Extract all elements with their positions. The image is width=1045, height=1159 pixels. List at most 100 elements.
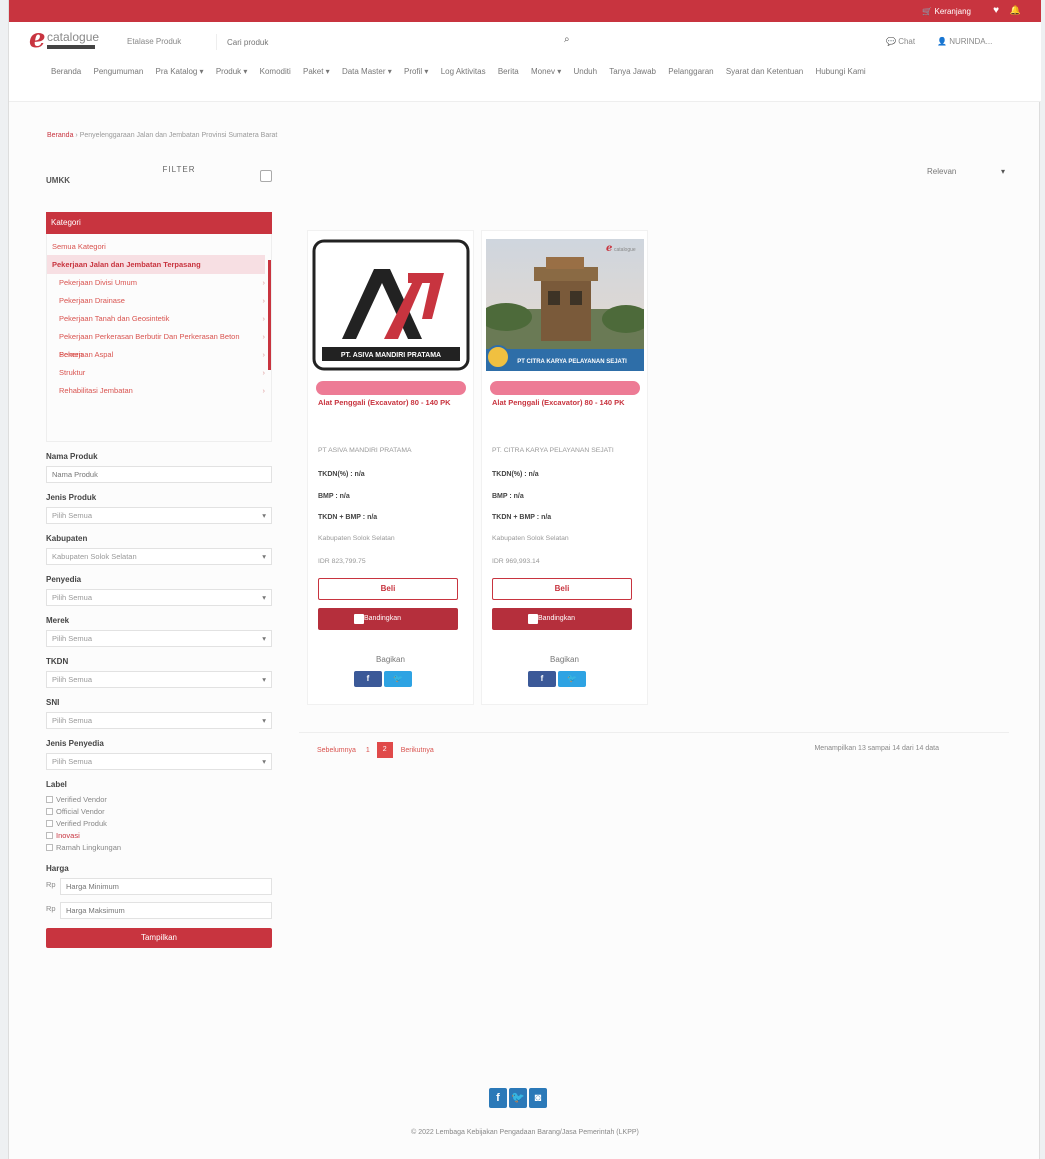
compare-button[interactable]: Bandingkan bbox=[492, 608, 632, 630]
product-card[interactable]: PT. ASIVA MANDIRI PRATAMA Alat Penggali … bbox=[307, 230, 474, 705]
compare-checkbox[interactable] bbox=[354, 614, 364, 624]
nav-berita[interactable]: Berita bbox=[498, 62, 519, 81]
instagram-icon[interactable]: ◙ bbox=[529, 1088, 547, 1108]
category-scrollbar[interactable] bbox=[268, 260, 271, 370]
category-all[interactable]: Semua Kategori bbox=[47, 234, 271, 255]
penyedia-select[interactable]: Pilih Semua ▾ bbox=[46, 589, 272, 606]
umkm-filter: UMKK bbox=[46, 170, 272, 198]
compare-checkbox[interactable] bbox=[528, 614, 538, 624]
vendor-logo-image[interactable]: PT. ASIVA MANDIRI PRATAMA bbox=[312, 239, 470, 371]
label-official-vendor[interactable]: Official Vendor bbox=[46, 806, 272, 818]
nama-produk-input[interactable] bbox=[46, 466, 272, 483]
nav-monev[interactable]: Monev ▾ bbox=[531, 62, 561, 81]
checkbox[interactable] bbox=[46, 832, 53, 839]
vendor-name[interactable]: PT ASIVA MANDIRI PRATAMA bbox=[318, 447, 412, 454]
buy-button[interactable]: Beli bbox=[492, 578, 632, 600]
sort-select[interactable]: Relevan ▾ bbox=[879, 162, 1005, 182]
kabupaten-label: Kabupaten bbox=[46, 534, 88, 543]
checkbox[interactable] bbox=[46, 820, 53, 827]
product-card[interactable]: e catalogue PT CITRA KARYA PELAYANAN SEJ… bbox=[481, 230, 648, 705]
pagination: Sebelumnya 1 2 Berikutnya bbox=[317, 742, 434, 758]
subcategory-item[interactable]: Pekerjaan Drainase › bbox=[47, 292, 265, 310]
subcategory-item[interactable]: Pekerjaan Divisi Umum › bbox=[47, 274, 265, 292]
jenis-penyedia-select[interactable]: Pilih Semua ▾ bbox=[46, 753, 272, 770]
pagination-page-2[interactable]: 2 bbox=[376, 742, 393, 758]
subcategory-item[interactable]: Pekerjaan Aspal › bbox=[47, 346, 265, 364]
search-input[interactable] bbox=[227, 32, 587, 52]
sni-select[interactable]: Pilih Semua ▾ bbox=[46, 712, 272, 729]
product-badge bbox=[490, 381, 640, 395]
label-verified-vendor[interactable]: Verified Vendor bbox=[46, 794, 272, 806]
product-badge bbox=[316, 381, 466, 395]
nav-produk[interactable]: Produk ▾ bbox=[216, 62, 248, 81]
checkbox[interactable] bbox=[46, 808, 53, 815]
subcategory-item[interactable]: Pekerjaan Perkerasan Berbutir Dan Perker… bbox=[47, 328, 266, 359]
tkdn-select[interactable]: Pilih Semua ▾ bbox=[46, 671, 272, 688]
nav-komoditi[interactable]: Komoditi bbox=[260, 62, 291, 81]
umkm-checkbox[interactable] bbox=[260, 170, 272, 182]
product-region: Kabupaten Solok Selatan bbox=[492, 535, 569, 542]
twitter-icon[interactable]: 🐦 bbox=[509, 1088, 527, 1108]
facebook-icon[interactable]: f bbox=[489, 1088, 507, 1108]
pagination-next[interactable]: Berikutnya bbox=[401, 747, 434, 754]
label-title: Label bbox=[46, 780, 67, 789]
harga-min-input[interactable] bbox=[60, 878, 272, 895]
nav-hubungi-kami[interactable]: Hubungi Kami bbox=[815, 62, 865, 81]
pagination-page-1[interactable]: 1 bbox=[366, 747, 370, 754]
search-scope-select[interactable]: Etalase Produk bbox=[121, 34, 217, 50]
label-text: Ramah Lingkungan bbox=[56, 843, 122, 852]
nav-tanya-jawab[interactable]: Tanya Jawab bbox=[609, 62, 656, 81]
jenis-produk-select[interactable]: Pilih Semua ▾ bbox=[46, 507, 272, 524]
harga-min-row: Rp bbox=[46, 878, 272, 896]
nav-data-master[interactable]: Data Master ▾ bbox=[342, 62, 392, 81]
jenis-produk-value: Pilih Semua bbox=[52, 511, 93, 520]
breadcrumb: Beranda › Penyelenggaraan Jalan dan Jemb… bbox=[47, 132, 277, 139]
facebook-share-icon[interactable]: f bbox=[528, 671, 556, 687]
label-ramah-lingkungan[interactable]: Ramah Lingkungan bbox=[46, 842, 272, 854]
pagination-prev[interactable]: Sebelumnya bbox=[317, 747, 356, 754]
compare-label: Bandingkan bbox=[364, 615, 401, 622]
bmp-value: BMP : n/a bbox=[318, 493, 350, 500]
checkbox[interactable] bbox=[46, 796, 53, 803]
ecatalogue-logo[interactable]: e catalogue bbox=[29, 24, 99, 56]
product-photo-image[interactable]: e catalogue PT CITRA KARYA PELAYANAN SEJ… bbox=[486, 239, 644, 371]
twitter-share-icon[interactable]: 🐦 bbox=[384, 671, 412, 687]
category-main[interactable]: Pekerjaan Jalan dan Jembatan Terpasang bbox=[47, 255, 265, 274]
subcategory-item[interactable]: Struktur › bbox=[47, 364, 265, 382]
search-icon[interactable]: ⌕ bbox=[564, 34, 570, 45]
facebook-share-icon[interactable]: f bbox=[354, 671, 382, 687]
tampilkan-button[interactable]: Tampilkan bbox=[46, 928, 272, 948]
checkbox[interactable] bbox=[46, 844, 53, 851]
nav-pelanggaran[interactable]: Pelanggaran bbox=[668, 62, 713, 81]
nav-pengumuman[interactable]: Pengumuman bbox=[93, 62, 143, 81]
nav-unduh[interactable]: Unduh bbox=[573, 62, 597, 81]
label-inovasi[interactable]: Inovasi bbox=[46, 830, 272, 842]
vendor-name[interactable]: PT. CITRA KARYA PELAYANAN SEJATI bbox=[492, 447, 614, 454]
twitter-share-icon[interactable]: 🐦 bbox=[558, 671, 586, 687]
breadcrumb-home[interactable]: Beranda bbox=[47, 132, 73, 139]
subcategory-item[interactable]: Pekerjaan Tanah dan Geosintetik › bbox=[47, 310, 265, 328]
label-text: Verified Produk bbox=[56, 819, 107, 828]
buy-button[interactable]: Beli bbox=[318, 578, 458, 600]
bell-icon[interactable]: 🔔 bbox=[1010, 5, 1021, 16]
cart-link[interactable]: 🛒 Keranjang bbox=[922, 7, 971, 16]
user-menu[interactable]: 👤 NURINDA... bbox=[937, 37, 992, 46]
subcategory-item[interactable]: Rehabilitasi Jembatan › bbox=[47, 382, 265, 400]
nav-pra-katalog[interactable]: Pra Katalog ▾ bbox=[156, 62, 204, 81]
chat-link[interactable]: 💬 Chat bbox=[886, 37, 915, 46]
merek-value: Pilih Semua bbox=[52, 634, 93, 643]
product-name[interactable]: Alat Penggali (Excavator) 80 - 140 PK bbox=[492, 398, 642, 408]
label-verified-produk[interactable]: Verified Produk bbox=[46, 818, 272, 830]
product-name[interactable]: Alat Penggali (Excavator) 80 - 140 PK bbox=[318, 398, 468, 408]
compare-button[interactable]: Bandingkan bbox=[318, 608, 458, 630]
kabupaten-select[interactable]: Kabupaten Solok Selatan ▾ bbox=[46, 548, 272, 565]
chevron-right-icon: › bbox=[262, 332, 266, 341]
nav-beranda[interactable]: Beranda bbox=[51, 62, 81, 81]
harga-max-input[interactable] bbox=[60, 902, 272, 919]
heart-icon[interactable]: ♥ bbox=[993, 5, 999, 16]
nav-paket[interactable]: Paket ▾ bbox=[303, 62, 330, 81]
nav-syarat[interactable]: Syarat dan Ketentuan bbox=[726, 62, 803, 81]
nav-log-aktivitas[interactable]: Log Aktivitas bbox=[441, 62, 486, 81]
merek-select[interactable]: Pilih Semua ▾ bbox=[46, 630, 272, 647]
nav-profil[interactable]: Profil ▾ bbox=[404, 62, 428, 81]
